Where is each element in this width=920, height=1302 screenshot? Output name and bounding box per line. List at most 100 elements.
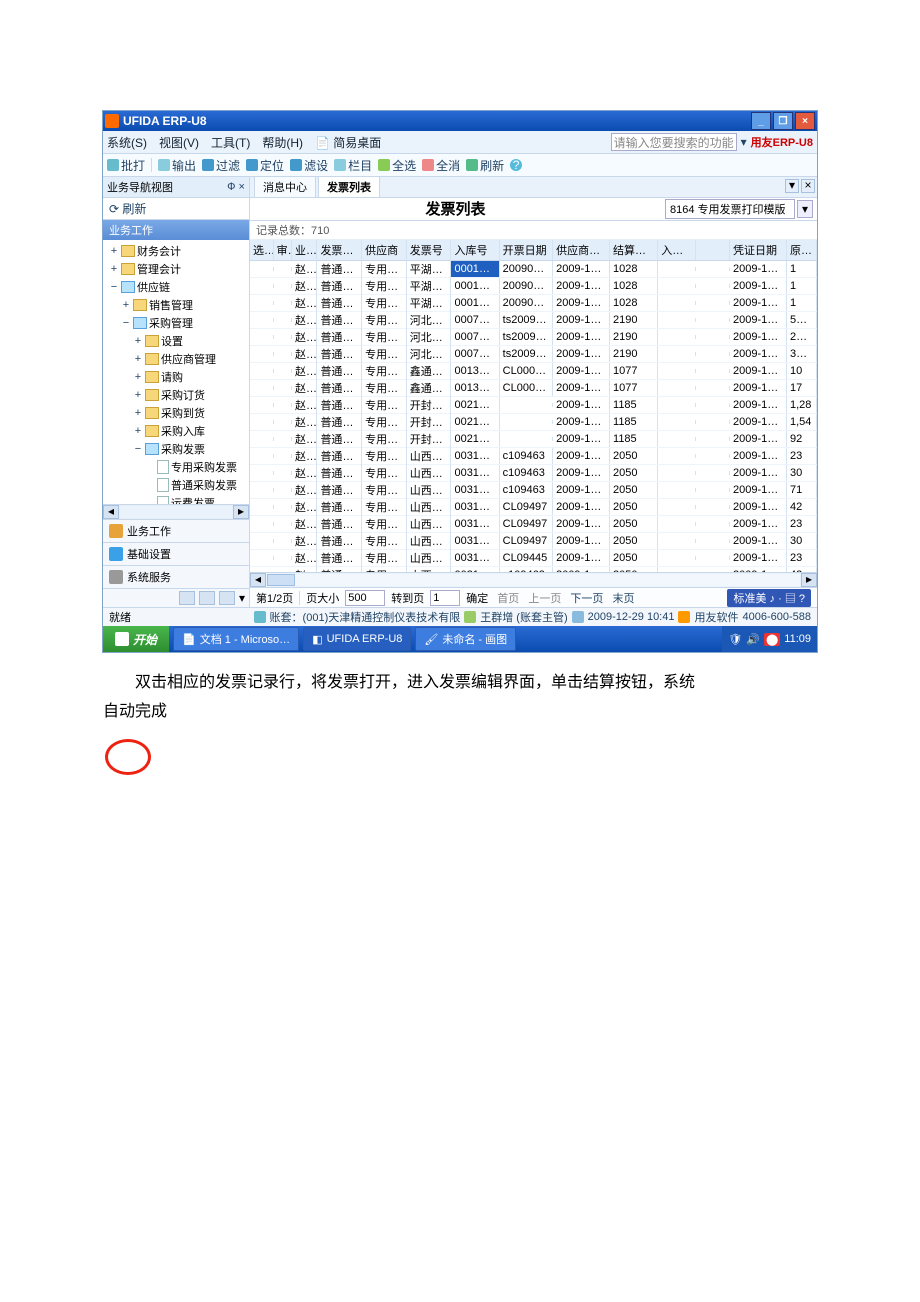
tool-batch-print[interactable]: 批打	[107, 157, 145, 174]
tool-locate[interactable]: 定位	[246, 157, 284, 174]
tree-item[interactable]: −采购发票	[103, 440, 249, 458]
cell	[274, 318, 292, 322]
nav-panel-basic[interactable]: 基础设置	[103, 542, 249, 565]
tree-item[interactable]: +采购到货	[103, 404, 249, 422]
tree-toggle-icon[interactable]: −	[121, 317, 131, 329]
nav-refresh[interactable]: ⟳ 刷新	[103, 198, 249, 220]
task-ufida[interactable]: ◧ UFIDA ERP-U8	[303, 627, 411, 651]
tab-dropdown-icon[interactable]: ▾	[785, 179, 799, 193]
task-word[interactable]: 📄 文档 1 - Microso…	[173, 627, 299, 651]
tree-toggle-icon[interactable]: +	[133, 425, 143, 437]
cell: 2050	[610, 516, 658, 532]
tree-toggle-icon[interactable]: +	[109, 263, 119, 275]
template-dropdown-icon[interactable]: ▾	[797, 200, 813, 218]
col-settledate[interactable]: 结算日期	[610, 240, 658, 260]
close-button[interactable]: ×	[795, 112, 815, 130]
tool-deselect-all[interactable]: 全消	[422, 157, 460, 174]
col-inno[interactable]: 入库号	[451, 240, 499, 260]
tree-item[interactable]: 专用采购发票	[103, 458, 249, 476]
menu-help[interactable]: 帮助(H)	[262, 134, 303, 151]
tree-item[interactable]: +供应商管理	[103, 350, 249, 368]
tree-toggle-icon[interactable]: +	[133, 371, 143, 383]
col-biztype[interactable]: 业务类型	[292, 240, 317, 260]
nav-hscroll[interactable]: ◂ ▸	[103, 504, 249, 519]
tray-icon[interactable]: ⬤	[764, 633, 780, 646]
first-page[interactable]: 首页	[497, 593, 519, 605]
nav-panel-business[interactable]: 业务工作	[103, 519, 249, 542]
col-supplier[interactable]: 供应商	[362, 240, 407, 260]
tree-item[interactable]: +请购	[103, 368, 249, 386]
tree-item[interactable]: −供应链	[103, 278, 249, 296]
nav-panel-system[interactable]: 系统服务	[103, 565, 249, 588]
template-select[interactable]: 8164 专用发票打印模版	[665, 199, 795, 219]
nav-pin-close[interactable]: Ф ×	[227, 181, 245, 193]
prev-page[interactable]: 上一页	[528, 593, 561, 605]
nav-expand-icon[interactable]: ▾	[239, 591, 245, 605]
tree-item[interactable]: −采购管理	[103, 314, 249, 332]
restore-button[interactable]: ❐	[773, 112, 793, 130]
col-indate[interactable]: 入库日期	[658, 240, 696, 260]
tab-close-icon[interactable]: ×	[801, 179, 815, 193]
tree-toggle-icon[interactable]: +	[133, 407, 143, 419]
next-page[interactable]: 下一页	[570, 593, 603, 605]
tree-item[interactable]: +采购入库	[103, 422, 249, 440]
tool-filter-setting[interactable]: 滤设	[290, 157, 328, 174]
tool-select-all[interactable]: 全选	[378, 157, 416, 174]
scroll-left-icon[interactable]: ◂	[250, 573, 266, 587]
tree-item[interactable]: +财务会计	[103, 242, 249, 260]
goto-ok-button[interactable]: 确定	[466, 590, 488, 606]
col-billdate[interactable]: 开票日期	[500, 240, 553, 260]
nav-chip[interactable]	[179, 591, 195, 605]
tool-filter[interactable]: 过滤	[202, 157, 240, 174]
scroll-thumb[interactable]	[267, 574, 295, 586]
tree-item[interactable]: 普通采购发票	[103, 476, 249, 494]
tool-output[interactable]: 输出	[158, 157, 196, 174]
tree-toggle-icon[interactable]: +	[133, 389, 143, 401]
minimize-button[interactable]: _	[751, 112, 771, 130]
function-search-input[interactable]: 请输入您要搜索的功能	[611, 133, 737, 151]
menu-tools[interactable]: 工具(T)	[211, 134, 250, 151]
tree-toggle-icon[interactable]: −	[109, 281, 119, 293]
tree-item[interactable]: 运费发票	[103, 494, 249, 504]
tool-columns[interactable]: 栏目	[334, 157, 372, 174]
tool-refresh[interactable]: 刷新	[466, 157, 504, 174]
tree-item[interactable]: +采购订货	[103, 386, 249, 404]
col-voucherdate[interactable]: 凭证日期	[730, 240, 787, 260]
tab-invoice-list[interactable]: 发票列表	[318, 176, 380, 197]
col-invoicetype[interactable]: 发票类型	[317, 240, 362, 260]
scroll-right-icon[interactable]: ▸	[801, 573, 817, 587]
col-select[interactable]: 选择	[250, 240, 274, 260]
tree-toggle-icon[interactable]: +	[133, 335, 143, 347]
cell: 2009-12-29	[730, 516, 787, 532]
scroll-right-icon[interactable]: ▸	[233, 505, 249, 519]
tree-toggle-icon[interactable]: +	[121, 299, 131, 311]
col-audit[interactable]: 审…	[274, 240, 292, 260]
tab-message-center[interactable]: 消息中心	[254, 176, 316, 197]
col-amount[interactable]: 原币…	[787, 240, 817, 260]
scroll-left-icon[interactable]: ◂	[103, 505, 119, 519]
col-invoiceno[interactable]: 发票号	[407, 240, 452, 260]
col-supplierno[interactable]: 供应商编号	[553, 240, 610, 260]
tree-item[interactable]: +管理会计	[103, 260, 249, 278]
goto-input[interactable]	[430, 590, 460, 606]
tray-icon[interactable]: 🔊	[746, 633, 760, 646]
nav-chip[interactable]	[199, 591, 215, 605]
tree-toggle-icon[interactable]: +	[133, 353, 143, 365]
grid-hscroll[interactable]: ◂ ▸	[250, 572, 817, 587]
tree-item[interactable]: +销售管理	[103, 296, 249, 314]
tree-toggle-icon[interactable]: +	[109, 245, 119, 257]
nav-chip[interactable]	[219, 591, 235, 605]
menu-simple-desktop[interactable]: 📄 简易桌面	[315, 134, 381, 151]
menu-system[interactable]: 系统(S)	[107, 134, 147, 151]
tree-item[interactable]: +设置	[103, 332, 249, 350]
tree-toggle-icon[interactable]: −	[133, 443, 143, 455]
task-paint[interactable]: 🖌 未命名 - 画图	[415, 627, 516, 651]
tool-help[interactable]: ?	[510, 159, 522, 171]
menu-view[interactable]: 视图(V)	[159, 134, 199, 151]
start-button[interactable]: 开始	[103, 626, 169, 652]
tray-icon[interactable]: 🛡	[728, 633, 742, 646]
pagesize-input[interactable]	[345, 590, 385, 606]
ime-bar[interactable]: 标准美 ♪ · ▤ ?	[727, 589, 811, 607]
tray[interactable]: 🛡 🔊 ⬤ 11:09	[722, 626, 817, 652]
last-page[interactable]: 末页	[612, 593, 634, 605]
